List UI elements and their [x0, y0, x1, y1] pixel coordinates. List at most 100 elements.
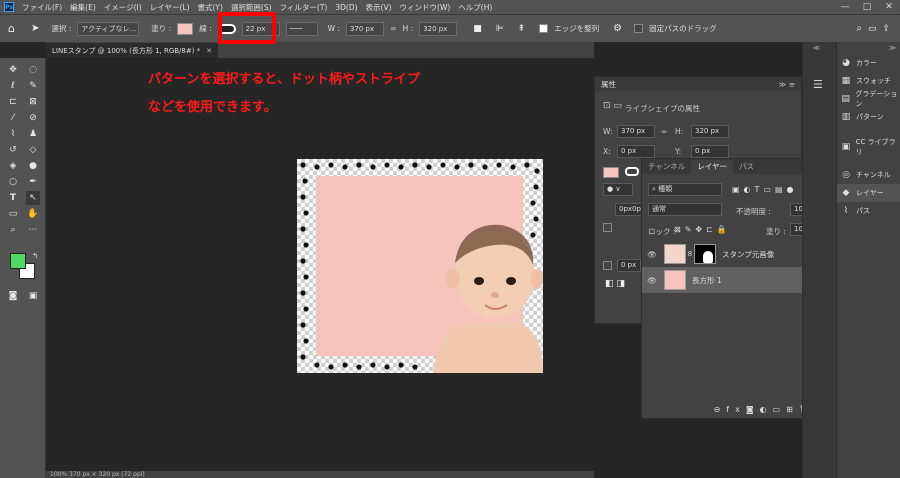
swap-colors-icon[interactable]: ↰: [28, 249, 42, 263]
prop-h-field[interactable]: 320 px: [691, 125, 729, 138]
right-panel-collapse-icon[interactable]: ≫: [889, 44, 896, 52]
pen-tool-icon[interactable]: ✒: [26, 175, 40, 189]
path-operations-icon[interactable]: ■: [473, 24, 482, 34]
tab-layers[interactable]: レイヤー: [691, 160, 734, 174]
panel-paths[interactable]: ⌇ パス: [837, 202, 900, 220]
document-tab[interactable]: LINEスタンプ @ 100% (長方形 1, RGB/8#) * ✕: [46, 43, 219, 58]
history-brush-tool-icon[interactable]: ↺: [6, 143, 20, 157]
collapse-arrow-icon[interactable]: ≪: [813, 44, 820, 52]
frame-tool-icon[interactable]: ⊠: [26, 95, 40, 109]
share-icon[interactable]: ⇪: [882, 24, 890, 34]
settings-gear-icon[interactable]: ⚙: [613, 23, 622, 34]
type-tool-icon[interactable]: T: [6, 191, 20, 205]
width-field[interactable]: 370 px: [345, 21, 384, 36]
fill-swatch[interactable]: [177, 22, 194, 35]
dodge-tool-icon[interactable]: ○: [6, 175, 20, 189]
screen-mode-icon[interactable]: ▣: [26, 289, 40, 303]
visibility-eye-icon[interactable]: 👁: [642, 250, 662, 259]
minimize-button[interactable]: —: [834, 2, 856, 12]
menu-edit[interactable]: 編集(E): [66, 2, 100, 13]
home-icon[interactable]: ⌂: [8, 22, 15, 35]
prop-y-field[interactable]: 0 px: [691, 145, 729, 158]
workspace-icon[interactable]: ▭: [868, 24, 877, 34]
fx-icon[interactable]: fx: [726, 405, 746, 414]
prop-stroke-swatch[interactable]: [625, 167, 639, 176]
prop-value-field[interactable]: 0 px: [617, 259, 641, 272]
menu-layer[interactable]: レイヤー(L): [146, 2, 194, 13]
properties-tab[interactable]: 属性: [601, 79, 616, 90]
new-group-icon[interactable]: ▭: [773, 405, 787, 414]
foreground-color-swatch[interactable]: [10, 253, 26, 269]
menu-type[interactable]: 書式(Y): [194, 2, 227, 13]
clone-stamp-tool-icon[interactable]: ♟: [26, 127, 40, 141]
history-panel-icon[interactable]: ☰: [813, 78, 823, 91]
visibility-eye-icon[interactable]: 👁: [642, 276, 662, 285]
close-button[interactable]: ✕: [878, 2, 900, 12]
height-field[interactable]: 320 px: [419, 21, 458, 36]
panel-color[interactable]: ◕ カラー: [837, 54, 900, 72]
menu-view[interactable]: 表示(V): [362, 2, 396, 13]
blend-mode-dropdown[interactable]: 通常: [648, 203, 722, 216]
document-canvas[interactable]: [297, 159, 543, 373]
paint-bucket-tool-icon[interactable]: ◈: [6, 159, 20, 173]
path-selection-tool-icon[interactable]: ↖: [26, 191, 40, 205]
menu-image[interactable]: イメージ(I): [100, 2, 146, 13]
panel-channels[interactable]: ◎ チャンネル: [837, 166, 900, 184]
blur-tool-icon[interactable]: ●: [26, 159, 40, 173]
layer-kind-filter[interactable]: ⌕ 種類: [648, 183, 722, 196]
eyedropper-tool-icon[interactable]: ⁄: [6, 111, 20, 125]
quick-mask-icon[interactable]: ◙: [6, 289, 20, 303]
select-dropdown[interactable]: アクティブなレ...: [77, 21, 140, 36]
brush-tool-icon[interactable]: ⌇: [6, 127, 20, 141]
panel-cc-library[interactable]: ▣ CC ライブラリ: [837, 138, 900, 156]
chain-link-icon[interactable]: 8: [686, 250, 694, 258]
prop-fill-swatch[interactable]: [603, 167, 619, 178]
layer-row[interactable]: 👁 長方形 1: [642, 267, 823, 293]
close-tab-icon[interactable]: ✕: [206, 47, 212, 55]
menu-help[interactable]: ヘルプ(H): [454, 2, 496, 13]
quick-select-tool-icon[interactable]: ✎: [26, 79, 40, 93]
panel-menu-icon[interactable]: ≫ ≡: [778, 80, 795, 89]
path-alignment-icon[interactable]: ⊫: [496, 24, 504, 34]
prop-link-icon[interactable]: ∞: [661, 127, 667, 136]
menu-file[interactable]: ファイル(F): [18, 2, 66, 13]
align-edges-checkbox[interactable]: [539, 24, 549, 33]
adjustment-icon[interactable]: ◐: [760, 405, 773, 414]
stroke-type-dropdown[interactable]: ───: [285, 21, 318, 36]
menu-window[interactable]: ウィンドウ(W): [396, 2, 455, 13]
tab-channels[interactable]: チャンネル: [642, 160, 691, 174]
zoom-tool-icon[interactable]: ⌕: [6, 223, 20, 237]
eraser-tool-icon[interactable]: ◇: [26, 143, 40, 157]
fix-path-checkbox[interactable]: [634, 24, 644, 33]
panel-gradient[interactable]: ▤ グラデーション: [837, 90, 900, 108]
new-layer-icon[interactable]: ⊞: [786, 405, 799, 414]
crop-tool-icon[interactable]: ⊏: [6, 95, 20, 109]
move-tool-icon[interactable]: ✥: [6, 63, 20, 77]
prop-checkbox-1[interactable]: [603, 223, 612, 232]
link-layers-icon[interactable]: ⊖: [714, 405, 727, 414]
hand-tool-icon[interactable]: ✋: [26, 207, 40, 221]
prop-combine-icon[interactable]: ◧ ◨: [605, 279, 625, 289]
menu-3d[interactable]: 3D(D): [331, 3, 361, 12]
prop-x-field[interactable]: 0 px: [617, 145, 655, 158]
tab-paths[interactable]: パス: [733, 160, 760, 174]
prop-stroke-style-dropdown[interactable]: ● ∨: [603, 183, 633, 196]
healing-brush-tool-icon[interactable]: ⊘: [26, 111, 40, 125]
rectangle-tool-icon[interactable]: ▭: [6, 207, 20, 221]
maximize-button[interactable]: □: [856, 2, 878, 12]
more-tools-icon[interactable]: ⋯: [26, 223, 40, 237]
panel-pattern[interactable]: ▥ パターン: [837, 108, 900, 126]
menu-filter[interactable]: フィルター(T): [276, 2, 332, 13]
prop-checkbox-2[interactable]: [603, 261, 612, 270]
link-icon[interactable]: ∞: [390, 24, 397, 33]
search-icon[interactable]: ⌕: [856, 23, 862, 34]
marquee-tool-icon[interactable]: ◌: [26, 63, 40, 77]
panel-layers[interactable]: ◆ レイヤー: [837, 184, 900, 202]
add-mask-icon[interactable]: ◙: [746, 405, 760, 414]
lasso-tool-icon[interactable]: ℓ: [6, 79, 20, 93]
lock-icons[interactable]: ⊠✎✥⊏🔒: [674, 225, 731, 234]
prop-w-field[interactable]: 370 px: [617, 125, 655, 138]
layer-row[interactable]: 👁 8 スタンプ元画像: [642, 241, 823, 267]
layer-filter-icons[interactable]: ▣◐T▭▤●: [732, 185, 798, 194]
menu-select[interactable]: 選択範囲(S): [227, 2, 276, 13]
